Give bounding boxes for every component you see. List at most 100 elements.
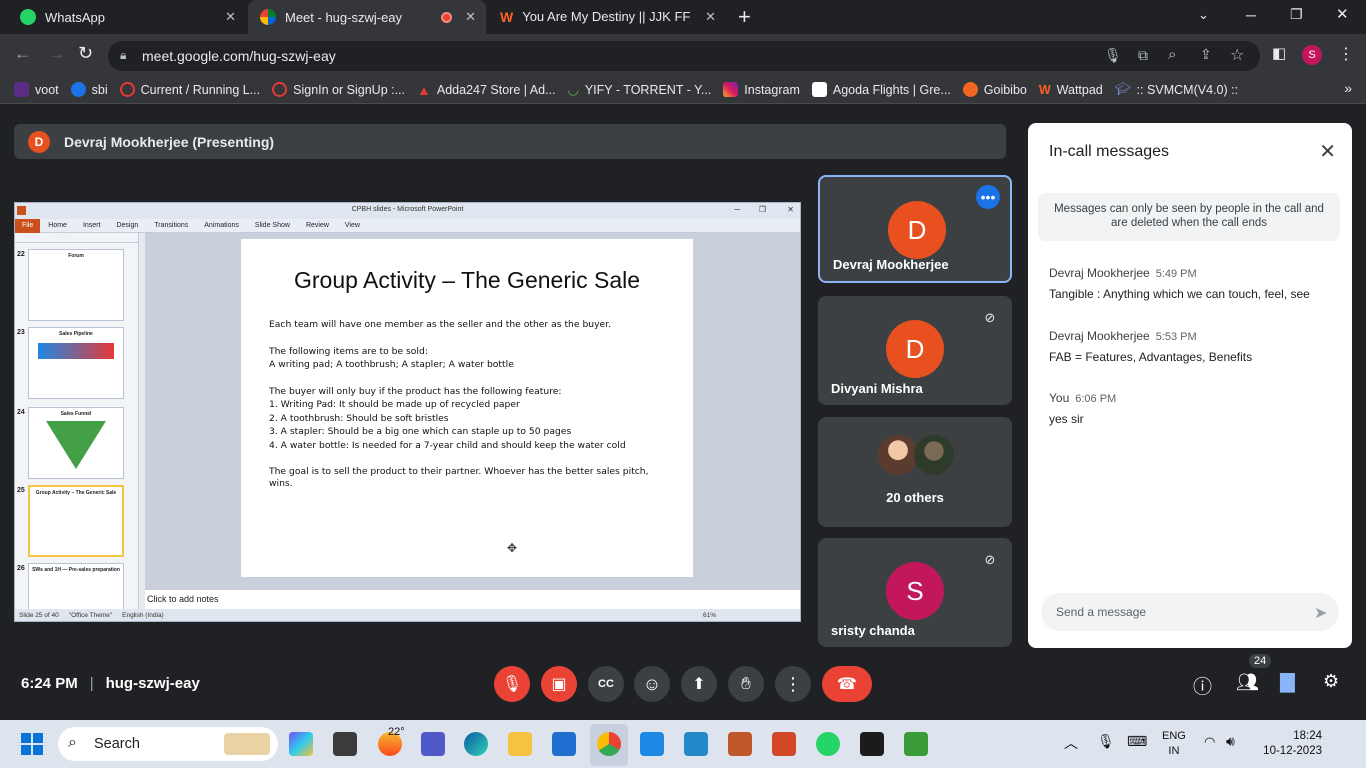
ribbon-tab-home[interactable]: Home: [48, 222, 67, 229]
close-icon[interactable]: ✕: [1319, 139, 1336, 164]
ribbon-tab-review[interactable]: Review: [306, 222, 329, 229]
raise-hand-button[interactable]: ✋︎: [728, 666, 764, 702]
keyboard-icon[interactable]: ⌨︎: [1127, 733, 1147, 750]
ribbon-tab-insert[interactable]: Insert: [83, 222, 101, 229]
others-tile[interactable]: 20 others: [818, 417, 1012, 527]
chrome-icon[interactable]: [597, 732, 621, 756]
send-icon[interactable]: ➤: [1314, 603, 1327, 623]
bookmark-star-icon[interactable]: ☆: [1230, 45, 1244, 65]
mail-icon[interactable]: [552, 732, 576, 756]
bookmark-current[interactable]: Current / Running L...: [119, 82, 260, 97]
bookmark-agoda[interactable]: Agoda Flights | Gre...: [811, 82, 951, 97]
camera-off-button[interactable]: ▣: [541, 666, 577, 702]
tab-search-icon[interactable]: ⌄: [1198, 7, 1209, 23]
ribbon-tab-file[interactable]: File: [15, 218, 41, 233]
address-bar[interactable]: 🔒︎ meet.google.com/hug-szwj-eay 🎙︎ ⧉ ⌕ ⇪…: [108, 41, 1260, 71]
close-tab-icon[interactable]: ✕: [465, 9, 476, 25]
notes-pane[interactable]: Click to add notes: [145, 589, 800, 609]
ppt-close-button[interactable]: ✕: [787, 203, 794, 217]
ribbon-tab-transitions[interactable]: Transitions: [154, 222, 188, 229]
bookmark-yify[interactable]: ◡ YIFY - TORRENT - Y...: [568, 82, 712, 98]
terminal-icon[interactable]: [860, 732, 884, 756]
minimize-button[interactable]: ─: [1246, 7, 1256, 23]
game-icon[interactable]: [728, 732, 752, 756]
window-close-button[interactable]: ✕: [1336, 5, 1349, 23]
cube-app-icon[interactable]: [904, 732, 928, 756]
participant-tile[interactable]: S ⊘ sristy chanda: [818, 538, 1012, 647]
teams-icon[interactable]: [421, 732, 445, 756]
ppt-restore-button[interactable]: ❐: [759, 203, 766, 217]
powerpoint-taskbar-icon[interactable]: [772, 732, 796, 756]
more-options-icon[interactable]: •••: [976, 185, 1000, 209]
tab-meet[interactable]: Meet - hug-szwj-eay ✕: [248, 0, 486, 34]
copilot-icon[interactable]: [289, 732, 313, 756]
chrome-menu-icon[interactable]: ⋮: [1338, 44, 1354, 64]
slide-thumbnail[interactable]: SWs and 1H — Pre-sales preparation: [28, 563, 124, 609]
meeting-details-icon[interactable]: ⓘ: [1193, 672, 1212, 699]
zoom-icon[interactable]: ⌕: [1168, 46, 1176, 63]
back-icon[interactable]: ←: [14, 44, 31, 64]
remote-desktop-icon[interactable]: [640, 732, 664, 756]
open-external-icon[interactable]: ⧉: [1138, 47, 1148, 64]
more-options-button[interactable]: ⋮: [775, 666, 811, 702]
bookmark-goibibo[interactable]: Goibibo: [962, 82, 1027, 97]
leave-call-button[interactable]: ☎︎: [822, 666, 872, 702]
bookmark-svmcm[interactable]: 🎓︎:: SVMCM(V4.0) ::: [1115, 82, 1238, 97]
captions-button[interactable]: CC: [588, 666, 624, 702]
ppt-minimize-button[interactable]: ─: [734, 203, 740, 217]
language-indicator[interactable]: ENG IN: [1162, 729, 1186, 759]
slide-thumbnail[interactable]: Sales Funnel: [28, 407, 124, 479]
restore-button[interactable]: ❐: [1290, 6, 1303, 23]
task-view-icon[interactable]: [333, 732, 357, 756]
whatsapp-taskbar-icon[interactable]: [816, 732, 840, 756]
more-bookmarks-icon[interactable]: »: [1344, 80, 1352, 96]
bookmark-adda247[interactable]: ▲ Adda247 Store | Ad...: [417, 82, 555, 98]
current-slide[interactable]: Group Activity – The Generic Sale Each t…: [241, 239, 693, 577]
bookmark-sbi[interactable]: sbi: [70, 82, 108, 97]
tab-wattpad[interactable]: W You Are My Destiny || JJK FF || ✓ ✕: [488, 0, 726, 34]
mic-off-button[interactable]: 🎙︎: [494, 666, 530, 702]
close-tab-icon[interactable]: ✕: [225, 9, 236, 25]
panel-tab-slides[interactable]: Slides: [23, 233, 41, 242]
slide-thumbnail[interactable]: Sales Pipeline: [28, 327, 124, 399]
close-tab-icon[interactable]: ✕: [705, 9, 716, 25]
participant-tile[interactable]: D ⊘ Divyani Mishra: [818, 296, 1012, 405]
tray-expand-icon[interactable]: ︿: [1064, 733, 1078, 753]
panel-tab-outline[interactable]: Outline: [51, 233, 72, 242]
people-icon[interactable]: 👥︎: [1236, 672, 1259, 693]
slide-thumbnail-selected[interactable]: Group Activity – The Generic Sale: [28, 485, 124, 557]
taskbar-search[interactable]: ⌕ Search: [58, 727, 278, 761]
present-button[interactable]: ⬆: [681, 666, 717, 702]
ribbon-tab-animations[interactable]: Animations: [204, 222, 239, 229]
ribbon-tab-view[interactable]: View: [345, 222, 360, 229]
start-button[interactable]: [21, 733, 43, 755]
vscode-icon[interactable]: [684, 732, 708, 756]
ribbon-tab-slideshow[interactable]: Slide Show: [255, 222, 290, 229]
share-icon[interactable]: ⇪: [1200, 46, 1212, 63]
slide-thumbnail[interactable]: Forum: [28, 249, 124, 321]
bookmark-instagram[interactable]: Instagram: [723, 82, 800, 97]
bookmark-signin[interactable]: SignIn or SignUp :...: [272, 82, 405, 97]
side-panel-icon[interactable]: ◧: [1272, 44, 1286, 62]
edge-icon[interactable]: [464, 732, 488, 756]
reactions-button[interactable]: ☺: [634, 666, 670, 702]
tab-whatsapp[interactable]: WhatsApp ✕: [8, 0, 246, 34]
volume-icon[interactable]: 🔊︎: [1226, 733, 1235, 750]
bookmark-voot[interactable]: voot: [14, 82, 59, 97]
mic-icon[interactable]: 🎙︎: [1104, 47, 1122, 64]
chat-icon[interactable]: ▇: [1280, 671, 1295, 694]
status-zoom[interactable]: 61%: [703, 612, 716, 619]
clock[interactable]: 18:24 10-12-2023: [1256, 729, 1322, 759]
participant-tile[interactable]: D ••• Devraj Mookherjee: [818, 175, 1012, 283]
new-tab-button[interactable]: +: [738, 4, 751, 30]
profile-avatar[interactable]: S: [1302, 45, 1322, 65]
reload-icon[interactable]: ↻: [78, 43, 93, 64]
tray-mic-icon[interactable]: 🎙︎: [1097, 733, 1115, 750]
forward-icon[interactable]: →: [48, 44, 65, 64]
message-input[interactable]: Send a message: [1041, 593, 1339, 631]
ribbon-tab-design[interactable]: Design: [116, 222, 138, 229]
file-explorer-icon[interactable]: [508, 732, 532, 756]
activities-icon[interactable]: ⚙︎: [1323, 671, 1339, 692]
bookmark-wattpad[interactable]: W Wattpad: [1039, 83, 1103, 97]
wifi-icon[interactable]: ◠: [1204, 734, 1215, 750]
